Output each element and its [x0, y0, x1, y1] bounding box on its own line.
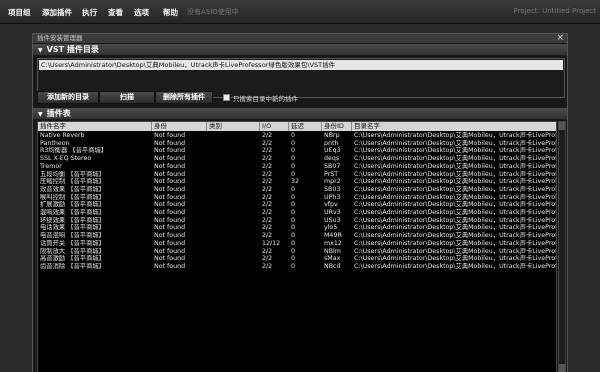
scroll-up-arrow[interactable]	[559, 122, 565, 130]
menu-options[interactable]: 选项	[134, 7, 149, 18]
vertical-scrollbar[interactable]	[558, 121, 566, 372]
plugin-table[interactable]: 插件名字 身份 类别 I/O 延迟 身份ID 目录名字 Native Rever…	[37, 121, 557, 372]
cell-category	[207, 263, 260, 271]
scan-new-only-label: 只搜索目录中新的插件	[233, 95, 298, 103]
asio-status: 没有ASIO使用中	[187, 8, 239, 16]
table-row[interactable]: 喉叫控制 【音平商城】 Not found 2/2 0 UPh3 C:\Users\Adm…	[38, 194, 556, 202]
menu-bar: 项目组 添加插件 执行 查看 选项 帮助 没有ASIO使用中 Project: …	[0, 0, 600, 24]
menu-add-plugin[interactable]: 添加插件	[42, 7, 72, 18]
table-row[interactable]: 扩展激励 【音平商城】 Not found 2/2 0 vfpv C:\Users\Adm…	[38, 201, 556, 209]
table-row[interactable]: 电音混响 【音平商城】 Not found 2/2 0 M49R C:\Users\Adm…	[38, 232, 556, 240]
collapse-triangle-icon: ▼	[38, 47, 43, 54]
project-label: Project: Untitled Project	[513, 7, 596, 15]
table-row[interactable]: 话筒开关 【音平商城】 Not found 12/12 0 mx12 C:\Users\A…	[38, 240, 556, 248]
table-row[interactable]: 高音激励 【音平商城】 Not found 2/2 0 sMax C:\Users\Adm…	[38, 255, 556, 263]
menu-execute[interactable]: 执行	[82, 7, 97, 18]
dialog-title-bar: 插件安装管理器 ×	[33, 34, 567, 43]
table-row[interactable]: Pantheon Not found 2/2 0 pnth C:\Users\Admini…	[38, 140, 556, 148]
table-row[interactable]: 五段均衡 【音平商城】 Not found 2/2 0 PrST C:\Users\Adm…	[38, 171, 556, 179]
dialog-title: 插件安装管理器	[37, 34, 83, 42]
cell-directory: C:\Users\Administrator\Desktop\艾典Mobileu…	[354, 262, 557, 270]
scan-new-only-checkbox[interactable]	[223, 94, 230, 101]
menu-project-group[interactable]: 项目组	[8, 7, 31, 18]
remove-all-button[interactable]: 删除所有插件	[155, 91, 213, 104]
col-latency[interactable]: 延迟	[289, 122, 322, 131]
table-row[interactable]: Native Reverb Not found 2/2 0 NBrp C:\Users\A…	[38, 132, 556, 140]
col-category[interactable]: 类别	[207, 122, 260, 131]
plugin-manager-dialog: 插件安装管理器 × ▼ VST 插件目录 C:\Users\Administrat…	[32, 33, 568, 372]
table-row[interactable]: 混响效果 【音平商城】 Not found 2/2 0 URv3 C:\Users\Adm…	[38, 209, 556, 217]
col-id[interactable]: 身份ID	[322, 122, 352, 131]
cell-status: Not found	[154, 262, 186, 270]
scan-button[interactable]: 扫描	[99, 91, 155, 104]
table-row[interactable]: 齿音消除 【音平商城】 Not found 2/2 0 NBcd C:\Users\Adm…	[38, 262, 557, 271]
col-status[interactable]: 身份	[152, 122, 207, 131]
table-row[interactable]: Tremor Not found 2/2 0 SB07 C:\Users\Administ…	[38, 163, 556, 171]
plugin-list-section-header[interactable]: ▼ 插件表	[33, 108, 567, 119]
table-row[interactable]: 环绕效果 【音平商城】 Not found 2/2 0 USu3 C:\Users\Adm…	[38, 217, 556, 225]
plugin-list-title: 插件表	[46, 109, 71, 118]
table-row[interactable]: 限制放大 【音平商城】 Not found 2/2 0 NBlm C:\Users\Adm…	[38, 248, 556, 256]
table-header: 插件名字 身份 类别 I/O 延迟 身份ID 目录名字	[38, 122, 556, 131]
cell-plugin-name: 齿音消除 【音平商城】	[40, 262, 105, 270]
table-row[interactable]: 电话效果 【音平商城】 Not found 2/2 0 ylo5 C:\Users\Adm…	[38, 224, 556, 232]
collapse-triangle-icon: ▼	[38, 111, 43, 118]
menu-help[interactable]: 帮助	[163, 7, 178, 18]
menu-view[interactable]: 查看	[108, 7, 123, 18]
table-row[interactable]: 压缩控制 【音平商城】 Not found 2/2 32 mpr2 C:\Users\Ad…	[38, 178, 556, 186]
col-plugin-name[interactable]: 插件名字	[38, 122, 152, 131]
scroll-down-arrow[interactable]	[559, 364, 565, 372]
vst-section-title: VST 插件目录	[46, 45, 99, 54]
close-button[interactable]: ×	[556, 34, 564, 43]
cell-io: 2/2	[262, 262, 273, 270]
table-row[interactable]: R3均衡器 【音平商城】 Not found 2/2 0 UEq3 C:\Users\Ad…	[38, 147, 556, 155]
cell-id: NBcd	[324, 262, 341, 270]
col-directory[interactable]: 目录名字	[352, 122, 556, 131]
directory-item[interactable]: C:\Users\Administrator\Desktop\艾典Mobileu…	[39, 60, 563, 70]
cell-latency: 0	[291, 262, 296, 270]
table-row[interactable]: 效音效果 【音平商城】 Not found 2/2 0 SB03 C:\Users\Adm…	[38, 186, 556, 194]
add-directory-button[interactable]: 添加新的目录	[37, 91, 99, 104]
col-io[interactable]: I/O	[260, 122, 289, 131]
table-row[interactable]: SSL X-EQ Stereo Not found 2/2 0 deqs C:\Users…	[38, 155, 556, 163]
vst-section-header[interactable]: ▼ VST 插件目录	[33, 44, 567, 55]
